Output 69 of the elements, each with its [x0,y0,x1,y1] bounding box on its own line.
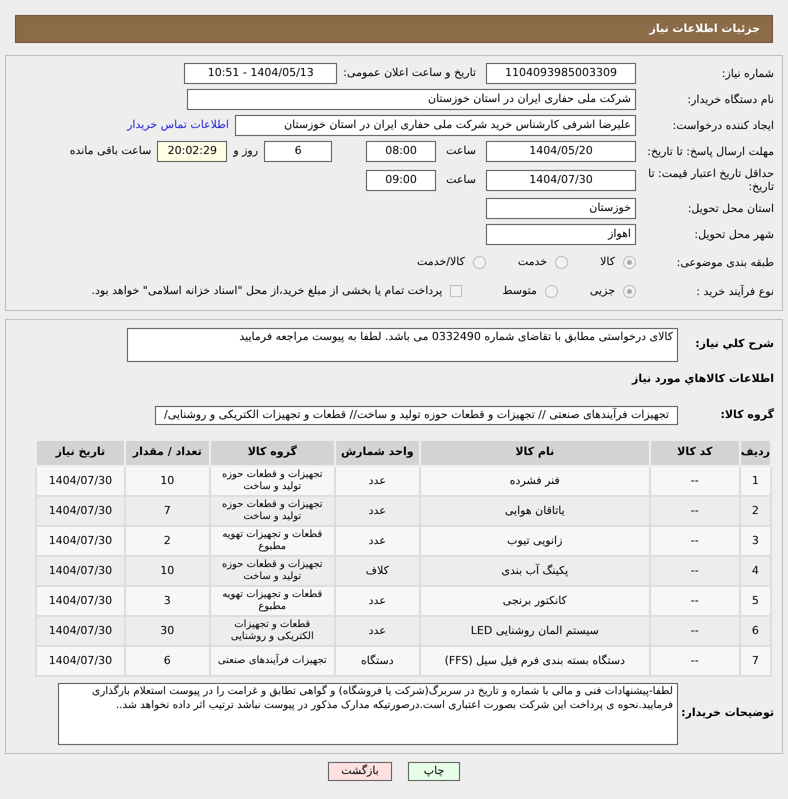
radio-button[interactable] [472,256,486,268]
table-cell: 2 [740,496,771,526]
field-label: شهر محل تحویل: [693,228,774,241]
field-label: توضیحات خریدار: [680,705,774,722]
description-box: کالای درخواستی مطابق با تقاضای شماره 0332490 می باشد. لطفا به پیوست مراجعه فرمایید [127,328,678,362]
field-value: 1404/05/20 [486,141,636,162]
radio-button[interactable] [544,284,558,298]
table-cell: 5 [740,586,771,616]
field-label: طبقه بندی موضوعی: [676,256,774,268]
table-cell: دستگاه بسته بندی فرم فیل سیل (FFS) [420,646,650,676]
field-value: 1404/07/30 [486,170,636,190]
field-label: حداقل تاریخ اعتبار قیمت: تا تاریخ: [647,167,774,193]
checkbox[interactable] [450,285,462,297]
column-header: گروه کالا [210,440,335,466]
field-value: شرکت ملی حفاری ایران در استان خوزستان [187,89,636,110]
radio-label: خدمت [518,254,548,270]
section-title: اطلاعات کالاهاي مورد نياز [630,371,774,387]
radio-button[interactable] [623,284,636,298]
field-value: 6 [264,141,332,162]
radio-label: کالا [600,254,615,270]
field-value: 09:00 [366,170,436,190]
field-label: ساعت [446,143,476,160]
table-cell: 6 [740,616,771,646]
column-header: ردیف [740,440,771,466]
table-cell: 6 [124,646,210,676]
field-label: ساعت باقی مانده [70,143,152,160]
radio-button[interactable] [555,256,568,268]
column-header: تاریخ نیاز [36,440,125,466]
column-header: تعداد / مقدار [124,440,210,466]
field-value: 08:00 [366,141,436,162]
table-cell: -- [650,646,740,676]
field-value: 20:02:29 [157,141,228,162]
table-cell: 4 [740,556,771,586]
table-cell: 1404/07/30 [36,646,125,676]
table-cell: 1 [740,466,771,496]
field-label: روز و [233,143,258,160]
field-value: خوزستان [486,198,636,219]
column-header: واحد شمارش [334,440,420,466]
field-value: 1404/05/13 - 10:51 [184,63,338,84]
field-value: تجهیزات فرآیندهای صنعتی // تجهیزات و قطعات حوزه تولید و ساخت// قطعات و تجهیزات الکتریکی و روشنایی/ [154,406,678,424]
checkbox-label: پرداخت تمام یا بخشی از مبلغ خرید،از محل "اسناد خزانه اسلامی" خواهد بود. [92,282,442,299]
field-value: اهواز [486,224,636,245]
page-header: جزئیات اطلاعات نیاز [15,15,773,43]
table-cell: تجهیزات فرآیندهای صنعتی [210,646,335,676]
field-label: ایجاد کننده درخواست: [672,119,774,132]
print-button[interactable]: چاپ [408,762,460,780]
table-cell: 3 [740,526,771,556]
radio-button[interactable] [623,256,636,268]
back-button[interactable]: بازگشت [328,762,392,780]
field-label: استان محل تحویل: [686,202,774,215]
field-label: شرح کلي نياز: [694,336,774,352]
field-value: علیرضا اشرفی کارشناس خرید شرکت ملی حفاری ایران در استان خوزستان [235,115,636,136]
field-label: ساعت [446,172,476,188]
table-cell: دستگاه [334,646,420,676]
field-value: 1104093985003309 [486,63,636,84]
field-label: نوع فرآیند خرید : [695,284,774,298]
radio-label: متوسط [502,282,537,299]
notes-box: لطفا-پیشنهادات فنی و مالی با شماره و تاریخ در سربرگ(شرکت یا فروشگاه) و گواهی تطابق و غرامت را در پیوست استعلام بارگذاری فرمایید.نحوه ی پرداخت این شرکت بصورت اعتباری است.درصورتیکه مدارک مذکور در پیوست نباشد ترتیب اثر داده نخواهد شد.. [58,682,678,744]
field-label: مهلت ارسال پاسخ: تا تاریخ: [646,145,774,158]
field-label: گروه کالا: [719,406,774,423]
column-header: کد کالا [650,440,740,466]
table-cell: 7 [740,646,771,676]
radio-label: جزیی [590,282,615,299]
field-label: تاریخ و ساعت اعلان عمومی: [343,65,476,82]
radio-label: کالا/خدمت [417,254,465,270]
column-header: نام کالا [420,440,650,466]
field-label: نام دستگاه خریدار: [686,93,774,106]
field-label: شماره نیاز: [720,67,774,80]
buyer-contact-link[interactable]: اطلاعات تماس خریدار [127,117,229,134]
